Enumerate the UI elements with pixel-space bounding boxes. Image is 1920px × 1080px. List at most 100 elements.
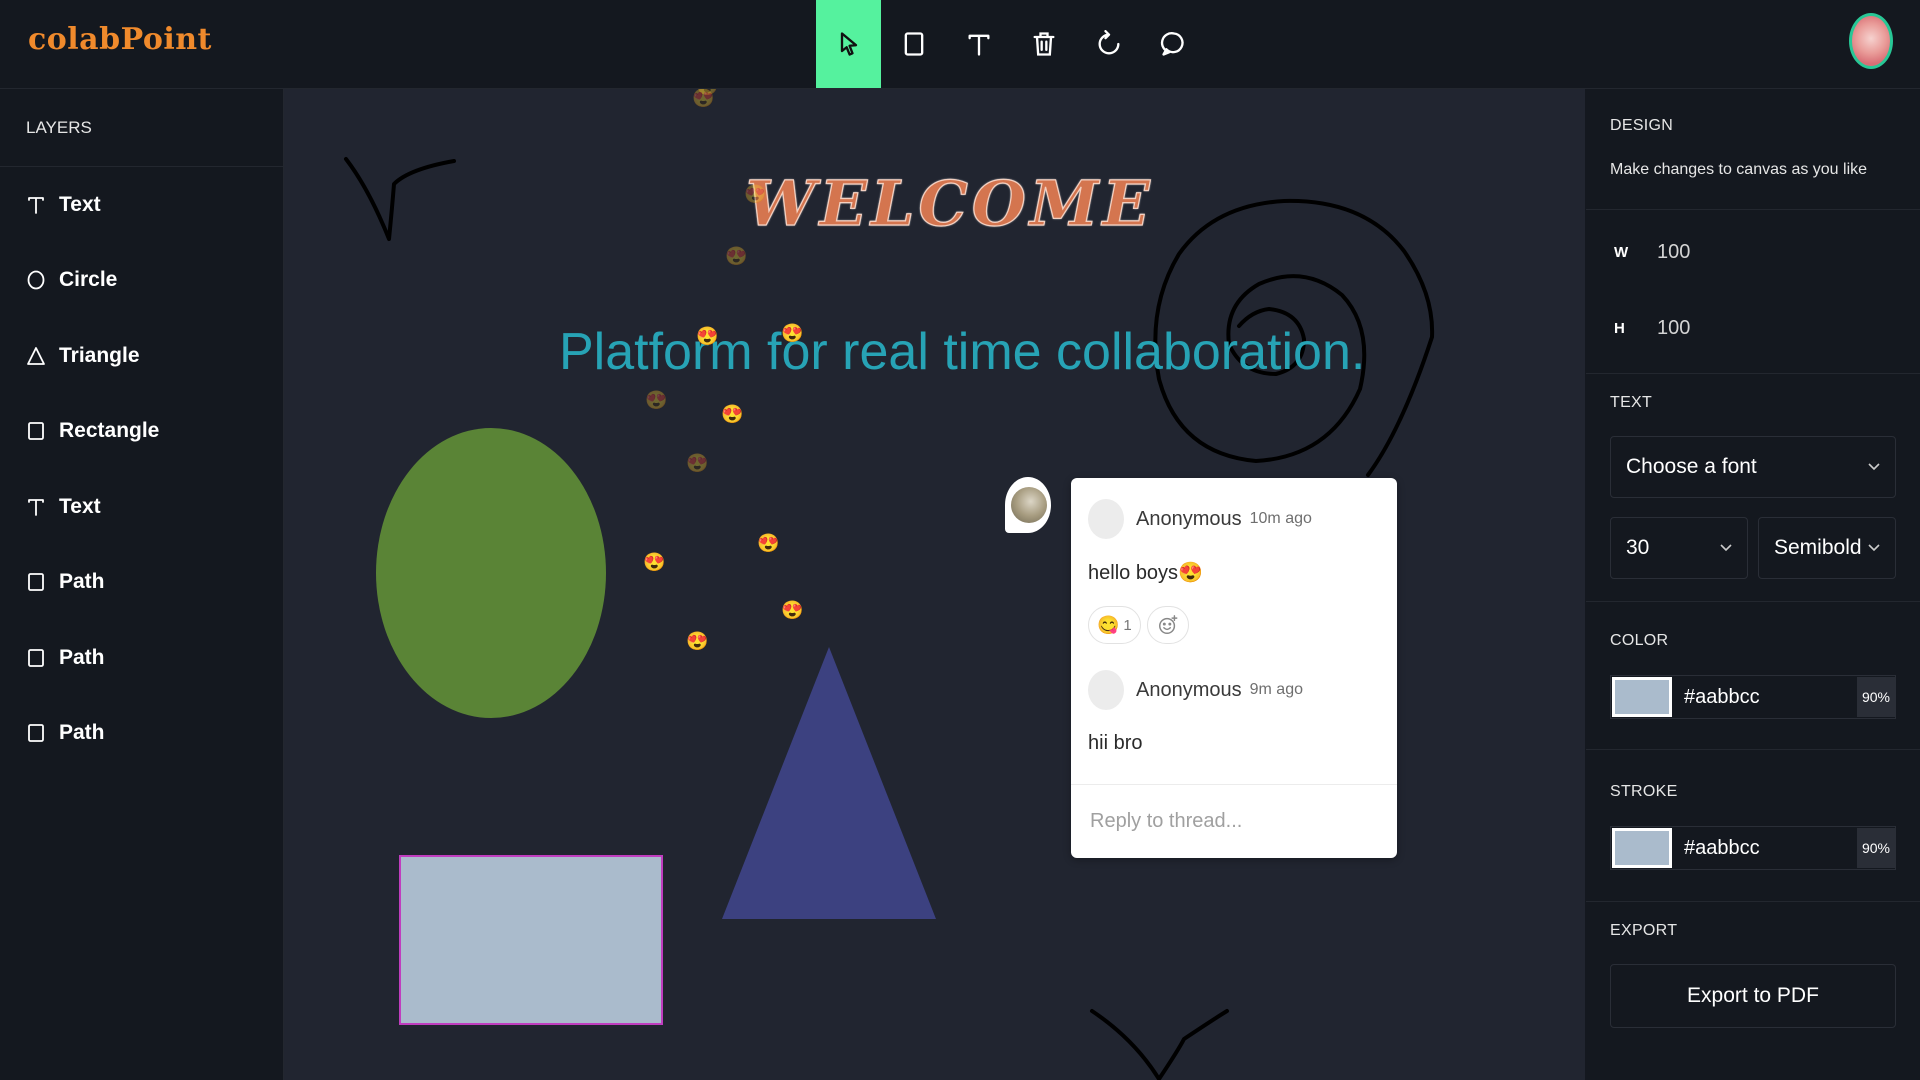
square-icon <box>28 573 44 592</box>
emoji-reaction: 😍 <box>781 323 804 343</box>
reaction-emoji: 😋 <box>1097 614 1120 635</box>
font-weight-value: Semibold <box>1774 536 1862 559</box>
message-avatar <box>1088 499 1124 539</box>
message-body: hello boys😍 <box>1088 562 1203 584</box>
height-label: H <box>1614 320 1625 337</box>
add-emoji-icon <box>1158 615 1178 634</box>
circle-shape[interactable] <box>376 428 606 718</box>
layer-label: Text <box>59 192 101 216</box>
layer-item-circle[interactable]: Circle <box>0 243 283 319</box>
text-icon <box>28 196 44 214</box>
toolbar <box>816 0 1206 88</box>
triangle-shape[interactable] <box>722 647 936 919</box>
emoji-reaction: 😍 <box>645 390 668 410</box>
fill-color-hex[interactable]: #aabbcc <box>1684 686 1857 709</box>
font-size-select[interactable]: 30 <box>1610 517 1748 579</box>
message-avatar <box>1088 670 1124 710</box>
font-weight-select[interactable]: Semibold <box>1758 517 1896 579</box>
message-time: 9m ago <box>1249 681 1303 698</box>
tagline-text[interactable]: Platform for real time collaboration. <box>559 322 1365 382</box>
emoji-reaction: 😍 <box>721 404 744 424</box>
fill-opacity[interactable]: 90% <box>1857 677 1895 717</box>
stroke-opacity[interactable]: 90% <box>1857 828 1895 868</box>
reaction-chip[interactable]: 😋 1 <box>1088 606 1141 644</box>
comment-pin[interactable] <box>1005 477 1053 533</box>
circle-icon <box>27 270 45 290</box>
reaction-count: 1 <box>1123 616 1132 634</box>
freehand-path-bottom <box>1090 1009 1229 1080</box>
layer-label: Triangle <box>59 343 140 367</box>
design-panel: DESIGN Make changes to canvas as you lik… <box>1586 89 1920 1080</box>
welcome-text[interactable]: WELCOME <box>745 166 1154 240</box>
commenter-avatar <box>1011 487 1047 523</box>
stroke-color-hex[interactable]: #aabbcc <box>1684 837 1857 860</box>
layers-title: LAYERS <box>0 89 283 167</box>
layer-label: Rectangle <box>59 419 160 443</box>
design-subtitle: Make changes to canvas as you like <box>1610 161 1868 178</box>
export-section-title: EXPORT <box>1610 922 1678 939</box>
height-input[interactable]: 100 <box>1657 317 1690 340</box>
divider <box>1586 901 1920 902</box>
top-navbar: colabPoint <box>0 0 1920 89</box>
message-body: hii bro <box>1088 732 1143 754</box>
layer-item-rectangle[interactable]: Rectangle <box>0 394 283 470</box>
cursor-icon <box>840 32 857 56</box>
comment-tool-button[interactable] <box>1141 0 1206 88</box>
layer-label: Text <box>59 494 101 518</box>
layer-item-path[interactable]: Path <box>0 545 283 621</box>
add-reaction-button[interactable] <box>1146 606 1189 644</box>
layer-label: Path <box>59 570 105 594</box>
stroke-color-swatch[interactable] <box>1612 828 1672 868</box>
divider <box>1586 373 1920 374</box>
square-icon <box>28 422 44 441</box>
emoji-reaction: 😍 <box>757 533 780 553</box>
text-icon <box>28 498 44 516</box>
refresh-icon <box>1098 30 1119 55</box>
layer-item-text[interactable]: Text <box>0 469 283 545</box>
comment-icon <box>1160 32 1184 56</box>
reply-input[interactable] <box>1088 809 1382 834</box>
fill-color-control: #aabbcc 90% <box>1610 675 1896 719</box>
rectangle-tool-button[interactable] <box>881 0 946 88</box>
chevron-down-icon <box>1868 544 1880 552</box>
export-pdf-button[interactable]: Export to PDF <box>1610 964 1896 1028</box>
layer-item-path[interactable]: Path <box>0 696 283 772</box>
stroke-color-control: #aabbcc 90% <box>1610 826 1896 870</box>
emoji-reaction: 😍 <box>781 600 804 620</box>
comment-thread: Anonymous 10m ago hello boys😍 😋 1 Anonym… <box>1071 478 1397 858</box>
text-tool-button[interactable] <box>946 0 1011 88</box>
rectangle-shape[interactable] <box>399 855 663 1025</box>
text-section-title: TEXT <box>1610 394 1653 411</box>
divider <box>1586 749 1920 750</box>
divider <box>1586 601 1920 602</box>
square-icon <box>904 32 923 56</box>
layer-label: Path <box>59 645 105 669</box>
emoji-reaction: 😍 <box>725 246 748 266</box>
width-label: W <box>1614 244 1629 261</box>
reset-tool-button[interactable] <box>1076 0 1141 88</box>
stroke-section-title: STROKE <box>1610 783 1678 800</box>
app-logo: colabPoint <box>28 22 212 57</box>
drawing-canvas[interactable]: WELCOME Platform for real time collabora… <box>284 89 1585 1080</box>
freehand-path-checkmark <box>344 157 456 241</box>
reply-composer <box>1071 784 1397 858</box>
message-time: 10m ago <box>1249 510 1312 527</box>
width-input[interactable]: 100 <box>1657 241 1690 264</box>
layer-item-path[interactable]: Path <box>0 620 283 696</box>
layer-item-triangle[interactable]: Triangle <box>0 318 283 394</box>
text-icon <box>968 34 989 56</box>
divider <box>1586 209 1920 210</box>
layer-item-text[interactable]: Text <box>0 167 283 243</box>
emoji-reaction: 😍 <box>643 552 666 572</box>
select-tool-button[interactable] <box>816 0 881 88</box>
layers-sidebar: LAYERS Text Circle Triangle Rectangle Te… <box>0 89 284 1080</box>
color-section-title: COLOR <box>1610 632 1669 649</box>
layer-label: Path <box>59 721 105 745</box>
font-family-select[interactable]: Choose a font <box>1610 436 1896 498</box>
trash-icon <box>1033 32 1054 56</box>
emoji-reaction: 😍 <box>686 631 709 651</box>
user-avatar[interactable] <box>1849 13 1893 69</box>
delete-tool-button[interactable] <box>1011 0 1076 88</box>
emoji-reaction: 😍 <box>744 184 767 204</box>
fill-color-swatch[interactable] <box>1612 677 1672 717</box>
